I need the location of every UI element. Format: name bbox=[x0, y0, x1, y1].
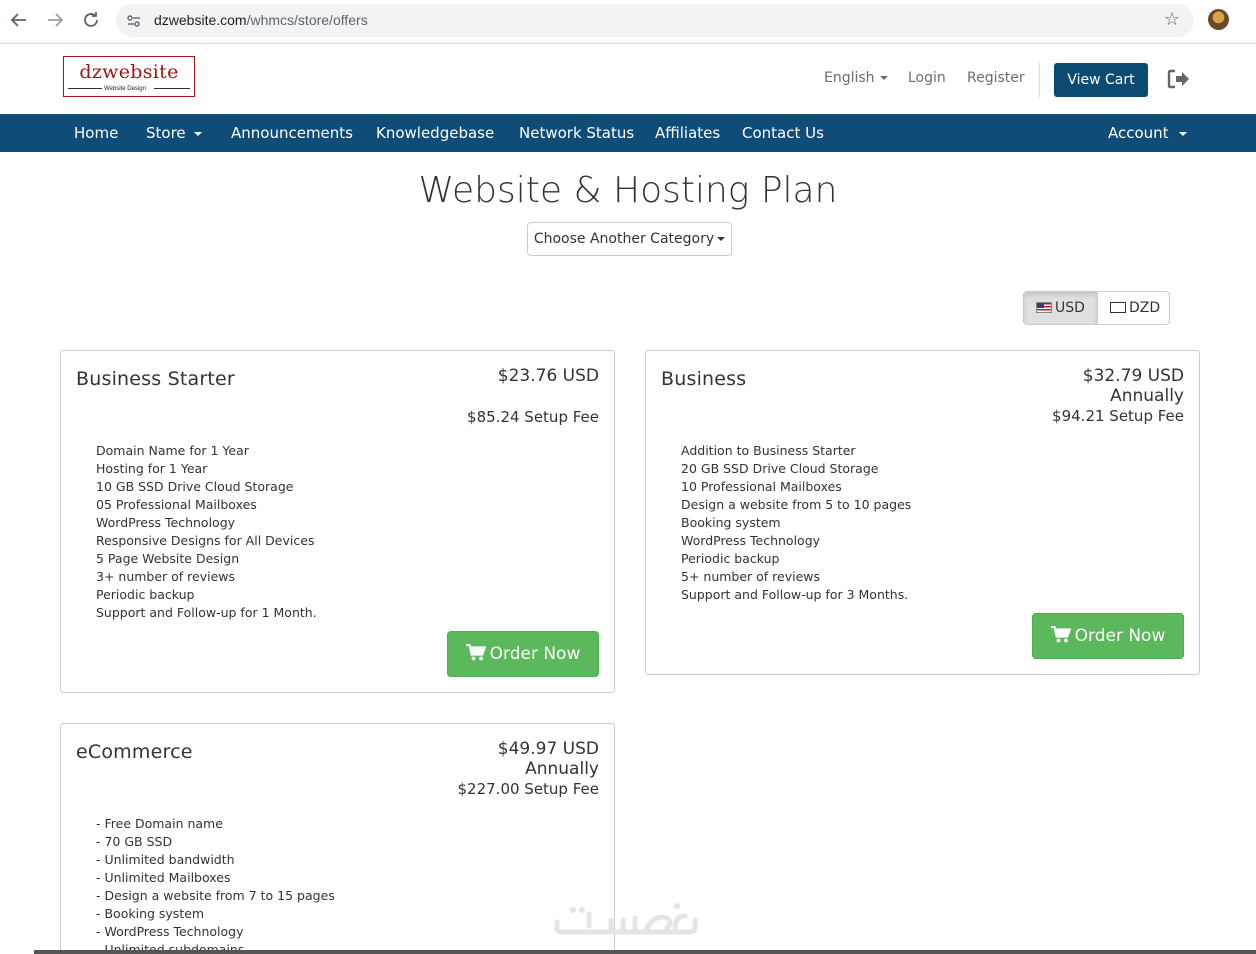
list-item: - Unlimited bandwidth bbox=[96, 852, 235, 867]
logout-icon[interactable] bbox=[1166, 68, 1190, 90]
list-item: 10 Professional Mailboxes bbox=[681, 479, 842, 494]
chevron-down-icon bbox=[193, 131, 202, 136]
list-item: Periodic backup bbox=[96, 587, 195, 602]
nav-item-knowledgebase[interactable]: Knowledgebase bbox=[376, 124, 494, 142]
main-nav: Home Store Announcements Knowledgebase N… bbox=[0, 114, 1256, 152]
arrow-left-icon[interactable] bbox=[7, 8, 31, 32]
list-item: WordPress Technology bbox=[681, 533, 821, 548]
chevron-down-icon bbox=[1178, 131, 1187, 136]
view-cart-button[interactable]: View Cart bbox=[1054, 63, 1148, 97]
nav-item-account[interactable]: Account bbox=[1108, 124, 1187, 142]
setup-fee: $227.00 Setup Fee bbox=[457, 780, 600, 798]
chevron-down-icon bbox=[717, 237, 726, 241]
browser-toolbar: dzwebsite.com/whmcs/store/offers ☆ bbox=[0, 0, 1256, 44]
list-item: 20 GB SSD Drive Cloud Storage bbox=[681, 461, 879, 476]
nav-item-store-label: Store bbox=[146, 124, 186, 142]
list-item: Addition to Business Starter bbox=[681, 443, 856, 458]
order-now-label: Order Now bbox=[1074, 626, 1166, 646]
setup-fee: $94.21 Setup Fee bbox=[1052, 407, 1184, 425]
logo-text: dzwebsite bbox=[79, 61, 179, 83]
dz-flag-icon bbox=[1110, 301, 1126, 313]
list-item: Domain Name for 1 Year bbox=[96, 443, 249, 458]
cart-icon bbox=[465, 644, 486, 661]
nav-item-store[interactable]: Store bbox=[146, 124, 202, 142]
address-bar[interactable]: dzwebsite.com/whmcs/store/offers ☆ bbox=[116, 4, 1194, 37]
list-item: Responsive Designs for All Devices bbox=[96, 533, 315, 548]
us-flag-icon bbox=[1036, 301, 1052, 313]
choose-category-label: Choose Another Category bbox=[533, 231, 715, 247]
product-name: eCommerce bbox=[76, 741, 193, 763]
list-item: - Design a website from 7 to 15 pages bbox=[96, 888, 335, 903]
chevron-down-icon bbox=[879, 76, 888, 80]
product-card-business-starter: Business Starter $23.76 USD $85.24 Setup… bbox=[60, 350, 615, 693]
list-item: Support and Follow-up for 1 Month. bbox=[96, 605, 317, 620]
logo[interactable]: dzwebsite Website Design bbox=[63, 56, 195, 97]
nav-item-account-label: Account bbox=[1108, 124, 1169, 142]
list-item: 05 Professional Mailboxes bbox=[96, 497, 257, 512]
list-item: 10 GB SSD Drive Cloud Storage bbox=[96, 479, 294, 494]
order-now-button[interactable]: Order Now bbox=[1032, 613, 1184, 659]
order-now-button[interactable]: Order Now bbox=[447, 631, 599, 677]
list-item: Booking system bbox=[681, 515, 781, 530]
profile-avatar[interactable] bbox=[1208, 9, 1229, 30]
list-item: Hosting for 1 Year bbox=[96, 461, 208, 476]
billing-cycle: Annually bbox=[525, 759, 599, 779]
product-card-ecommerce: eCommerce $49.97 USD Annually $227.00 Se… bbox=[60, 723, 615, 954]
nav-item-network-status[interactable]: Network Status bbox=[519, 124, 634, 142]
currency-switcher: USD DZD bbox=[1023, 291, 1170, 325]
nav-item-affiliates[interactable]: Affiliates bbox=[655, 124, 720, 142]
price-amount: $23.76 USD bbox=[497, 366, 599, 386]
list-item: WordPress Technology bbox=[96, 515, 236, 530]
currency-usd-label: USD bbox=[1055, 300, 1085, 316]
billing-cycle: Annually bbox=[1110, 386, 1184, 406]
feature-list: - Free Domain name - 70 GB SSD - Unlimit… bbox=[96, 815, 335, 954]
list-item: 5 Page Website Design bbox=[96, 551, 240, 566]
language-dropdown[interactable]: English bbox=[824, 70, 888, 86]
url-text: dzwebsite.com/whmcs/store/offers bbox=[154, 12, 368, 28]
star-icon[interactable]: ☆ bbox=[1164, 9, 1180, 30]
list-item: Design a website from 5 to 10 pages bbox=[681, 497, 912, 512]
setup-fee: $85.24 Setup Fee bbox=[467, 408, 599, 426]
product-name: Business Starter bbox=[76, 368, 235, 390]
list-item: - 70 GB SSD bbox=[96, 834, 173, 849]
list-item: 3+ number of reviews bbox=[96, 569, 236, 584]
nav-item-announcements[interactable]: Announcements bbox=[231, 124, 353, 142]
logo-subtitle: Website Design bbox=[104, 86, 146, 92]
currency-dzd-button[interactable]: DZD bbox=[1098, 292, 1169, 324]
nav-item-home[interactable]: Home bbox=[74, 124, 118, 142]
register-link[interactable]: Register bbox=[967, 70, 1025, 86]
list-item: - WordPress Technology bbox=[96, 924, 244, 939]
language-label: English bbox=[824, 70, 875, 86]
site-settings-icon[interactable] bbox=[126, 13, 142, 27]
currency-usd-button[interactable]: USD bbox=[1024, 292, 1098, 324]
nav-item-contact-us[interactable]: Contact Us bbox=[742, 124, 824, 142]
arrow-right-icon[interactable] bbox=[43, 8, 67, 32]
choose-category-button[interactable]: Choose Another Category bbox=[527, 222, 732, 256]
list-item: 5+ number of reviews bbox=[681, 569, 821, 584]
site-header: dzwebsite Website Design English Login R… bbox=[0, 44, 1256, 114]
page-title: Website & Hosting Plan bbox=[418, 170, 838, 211]
cart-icon bbox=[1050, 626, 1071, 643]
product-price: $23.76 USD $85.24 Setup Fee bbox=[467, 366, 599, 427]
horizontal-scrollbar[interactable] bbox=[34, 950, 1256, 954]
list-item: - Booking system bbox=[96, 906, 205, 921]
header-divider bbox=[1039, 62, 1040, 98]
product-card-business: Business $32.79 USD Annually $94.21 Setu… bbox=[645, 350, 1200, 675]
list-item: Support and Follow-up for 3 Months. bbox=[681, 587, 909, 602]
reload-icon[interactable] bbox=[79, 8, 103, 32]
order-now-label: Order Now bbox=[489, 644, 581, 664]
login-link[interactable]: Login bbox=[908, 70, 946, 86]
list-item: - Free Domain name bbox=[96, 816, 223, 831]
price-amount: $32.79 USD bbox=[1082, 366, 1184, 386]
khamsat-watermark-logo bbox=[551, 898, 703, 940]
product-price: $32.79 USD Annually $94.21 Setup Fee bbox=[1052, 366, 1184, 426]
product-price: $49.97 USD Annually $227.00 Setup Fee bbox=[458, 739, 600, 799]
list-item: - Unlimited Mailboxes bbox=[96, 870, 231, 885]
price-amount: $49.97 USD bbox=[497, 739, 599, 759]
feature-list: Domain Name for 1 Year Hosting for 1 Yea… bbox=[96, 442, 317, 622]
product-name: Business bbox=[661, 368, 747, 390]
feature-list: Addition to Business Starter 20 GB SSD D… bbox=[681, 442, 911, 604]
currency-dzd-label: DZD bbox=[1129, 300, 1161, 316]
list-item: Periodic backup bbox=[681, 551, 780, 566]
